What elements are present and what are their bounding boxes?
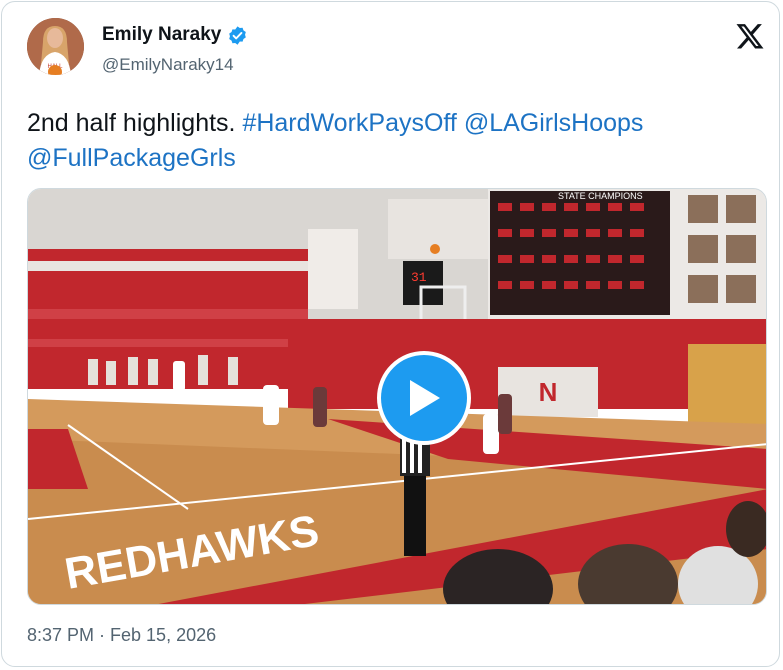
avatar-photo: HALL xyxy=(27,18,84,75)
author-handle[interactable]: @EmilyNaraky14 xyxy=(102,55,234,75)
x-logo-icon[interactable] xyxy=(735,21,765,51)
banner-text: STATE CHAMPIONS xyxy=(558,191,643,201)
author-avatar[interactable]: HALL xyxy=(27,18,84,75)
svg-text:N: N xyxy=(539,377,558,407)
video-media[interactable]: STATE CHAMPIONS 31 N REDHAWKS xyxy=(27,188,767,605)
verified-badge-icon xyxy=(229,25,247,45)
scoreboard-digits: 31 xyxy=(411,270,427,285)
mention-link-fullpackagegrls[interactable]: @FullPackageGrls xyxy=(27,144,236,172)
author-name[interactable]: Emily Naraky xyxy=(102,24,221,46)
tweet-card: HALL Emily Naraky @EmilyNaraky14 2nd hal… xyxy=(1,1,780,667)
play-button[interactable] xyxy=(377,351,471,445)
tweet-text: 2nd half highlights. #HardWorkPaysOff @L… xyxy=(27,106,767,176)
play-icon xyxy=(410,380,440,416)
tweet-text-plain: 2nd half highlights. xyxy=(27,109,243,137)
mention-link-lagirlshoops[interactable]: @LAGirlsHoops xyxy=(464,109,644,137)
tweet-timestamp[interactable]: 8:37 PM · Feb 15, 2026 xyxy=(27,625,216,646)
author-name-row: Emily Naraky xyxy=(102,24,248,46)
hashtag-link[interactable]: #HardWorkPaysOff xyxy=(242,109,456,137)
